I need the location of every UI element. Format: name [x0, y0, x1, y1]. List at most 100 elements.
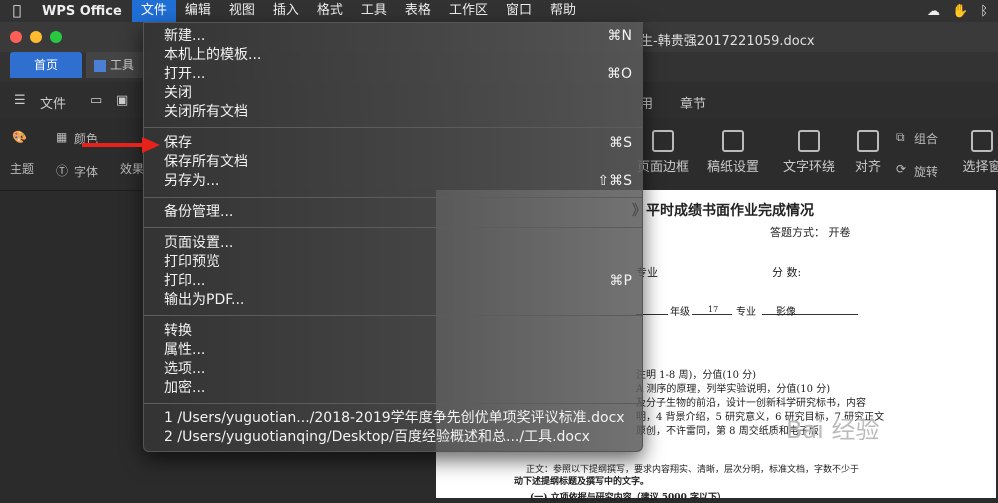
menu-item-properties[interactable]: 属性...	[164, 341, 632, 360]
grid-setting-button[interactable]: 稿纸设置	[702, 130, 764, 175]
menu-item-label: 打印...	[164, 273, 206, 289]
doc-section-heading: (一) 立项依据与研究内容（建议 5000 字以下）	[530, 493, 726, 503]
doc-heading: 》平时成绩书面作业完成情况	[632, 203, 814, 219]
open-folder-icon[interactable]: ▭	[90, 93, 102, 108]
baidu-watermark: Bai 经验	[786, 416, 880, 444]
select-pane-icon	[971, 130, 993, 152]
menu-insert[interactable]: 插入	[264, 0, 308, 22]
theme-button[interactable]: 主题	[10, 160, 34, 177]
menu-format[interactable]: 格式	[308, 0, 352, 22]
menu-window[interactable]: 窗口	[497, 0, 541, 22]
cloud-icon[interactable]: ☁	[927, 4, 940, 19]
select-pane-label: 选择窗	[962, 160, 998, 175]
menu-separator	[144, 315, 642, 316]
align-button[interactable]: 对齐	[848, 130, 888, 175]
menu-item-label: 另存为...	[164, 173, 220, 189]
app-name[interactable]: WPS Office	[34, 4, 132, 19]
menu-separator	[144, 227, 642, 228]
zoom-window-button[interactable]	[50, 31, 62, 43]
tab-home[interactable]: 首页	[10, 52, 82, 78]
menu-item-label: 页面设置...	[164, 235, 234, 251]
menu-item-page-setup[interactable]: 页面设置...	[164, 234, 632, 253]
status-icons: ☁ ✋ ᛒ	[927, 4, 998, 19]
menu-item-label: 加密...	[164, 380, 206, 396]
menu-separator	[144, 127, 642, 128]
menu-item-recent-2[interactable]: 2 /Users/yuguotianqing/Desktop/百度经验概述和总.…	[164, 428, 632, 447]
hand-icon[interactable]: ✋	[952, 4, 968, 19]
menu-tools[interactable]: 工具	[352, 0, 396, 22]
save-icon[interactable]: ▣	[116, 93, 128, 108]
doc-line: A 测序的原理，列举实验说明，分值(10 分)	[636, 384, 831, 395]
group-button[interactable]: 组合	[914, 130, 938, 147]
menu-item-label: 输出为PDF...	[164, 292, 245, 308]
menu-item-label: 新建...	[164, 28, 206, 44]
close-window-button[interactable]	[10, 31, 22, 43]
menu-item-options[interactable]: 选项...	[164, 360, 632, 379]
menu-item-print[interactable]: 打印... ⌘P	[164, 272, 632, 291]
page-border-label: 页面边框	[636, 160, 689, 175]
red-arrow-icon	[82, 137, 160, 153]
palette-icon[interactable]: 🎨	[12, 130, 27, 144]
doc-line: 注明 1-8 周)，分值(10 分)	[636, 370, 757, 381]
menu-item-label: 关闭	[164, 85, 192, 101]
menu-item-shortcut: ⌘N	[607, 28, 632, 44]
text-wrap-icon	[798, 130, 820, 152]
align-icon	[857, 130, 879, 152]
menu-table[interactable]: 表格	[396, 0, 440, 22]
rotate-button[interactable]: 旋转	[914, 163, 938, 180]
ribbon-chapter[interactable]: 章节	[680, 93, 706, 112]
text-wrap-button[interactable]: 文字环绕	[776, 130, 842, 175]
menu-item-export-pdf[interactable]: 输出为PDF...	[164, 291, 632, 310]
menu-item-label: 保存	[164, 135, 192, 151]
menu-item-recent-1[interactable]: 1 /Users/yuguotian.../2018-2019学年度争先创优单项…	[164, 409, 632, 428]
hamburger-icon[interactable]: ☰	[14, 93, 26, 108]
menu-item-save-all[interactable]: 保存所有文档	[164, 153, 632, 172]
menu-item-close-all[interactable]: 关闭所有文档	[164, 103, 632, 122]
menu-item-convert[interactable]: 转换	[164, 322, 632, 341]
text-wrap-label: 文字环绕	[782, 160, 835, 175]
menu-item-shortcut: ⇧⌘S	[597, 173, 632, 189]
menu-item-label: 1 /Users/yuguotian.../2018-2019学年度争先创优单项…	[164, 410, 625, 426]
tab-document-label: 工具	[110, 58, 135, 72]
menu-file[interactable]: 文件	[131, 0, 176, 22]
menu-item-close[interactable]: 关闭	[164, 84, 632, 103]
grid-setting-label: 稿纸设置	[706, 160, 759, 175]
menu-item-shortcut: ⌘S	[609, 135, 632, 151]
menu-item-open[interactable]: 打开... ⌘O	[164, 65, 632, 84]
doc-grade-value: 17	[708, 305, 719, 314]
doc-body-note2: 动下述提纲标题及撰写中的文字。	[514, 477, 650, 487]
menu-item-new[interactable]: 新建... ⌘N	[164, 27, 632, 46]
apple-icon[interactable]: 	[0, 3, 34, 19]
menu-workspace[interactable]: 工作区	[440, 0, 497, 22]
menu-bar:  WPS Office 文件 编辑 视图 插入 格式 工具 表格 工作区 窗口…	[0, 0, 998, 22]
group-icon: ⧉	[896, 130, 905, 144]
word-doc-icon	[94, 59, 106, 72]
select-pane-button[interactable]: 选择窗	[962, 130, 998, 175]
underline	[692, 314, 732, 315]
page-border-icon	[652, 130, 674, 152]
doc-grade: 年级	[670, 307, 690, 318]
menu-item-label: 打印预览	[164, 254, 220, 270]
menu-item-label: 本机上的模板...	[164, 47, 262, 63]
doc-major-value: 影像	[776, 307, 796, 318]
minimize-window-button[interactable]	[30, 31, 42, 43]
menu-item-encrypt[interactable]: 加密...	[164, 379, 632, 398]
file-menu-dropdown: 新建... ⌘N 本机上的模板... 打开... ⌘O 关闭 关闭所有文档 保存 ⌘S…	[143, 22, 643, 452]
menu-item-label: 备份管理...	[164, 204, 234, 220]
menu-item-local-templates[interactable]: 本机上的模板...	[164, 46, 632, 65]
ribbon-file[interactable]: 文件	[40, 93, 66, 112]
menu-item-backup[interactable]: 备份管理...	[164, 203, 632, 222]
font-button[interactable]: 字体	[74, 163, 98, 180]
menu-item-save[interactable]: 保存 ⌘S	[164, 134, 632, 153]
menu-item-shortcut: ⌘O	[606, 66, 632, 82]
menu-item-print-preview[interactable]: 打印预览	[164, 253, 632, 272]
menu-separator	[144, 403, 642, 404]
align-label: 对齐	[854, 160, 881, 175]
menu-edit[interactable]: 编辑	[176, 0, 220, 22]
bluetooth-icon[interactable]: ᛒ	[980, 4, 988, 19]
effect-button[interactable]: 效果	[120, 160, 144, 177]
menu-help[interactable]: 帮助	[541, 0, 585, 22]
font-icon: Ⓣ	[56, 164, 69, 178]
menu-item-save-as[interactable]: 另存为... ⇧⌘S	[164, 172, 632, 191]
menu-view[interactable]: 视图	[220, 0, 264, 22]
